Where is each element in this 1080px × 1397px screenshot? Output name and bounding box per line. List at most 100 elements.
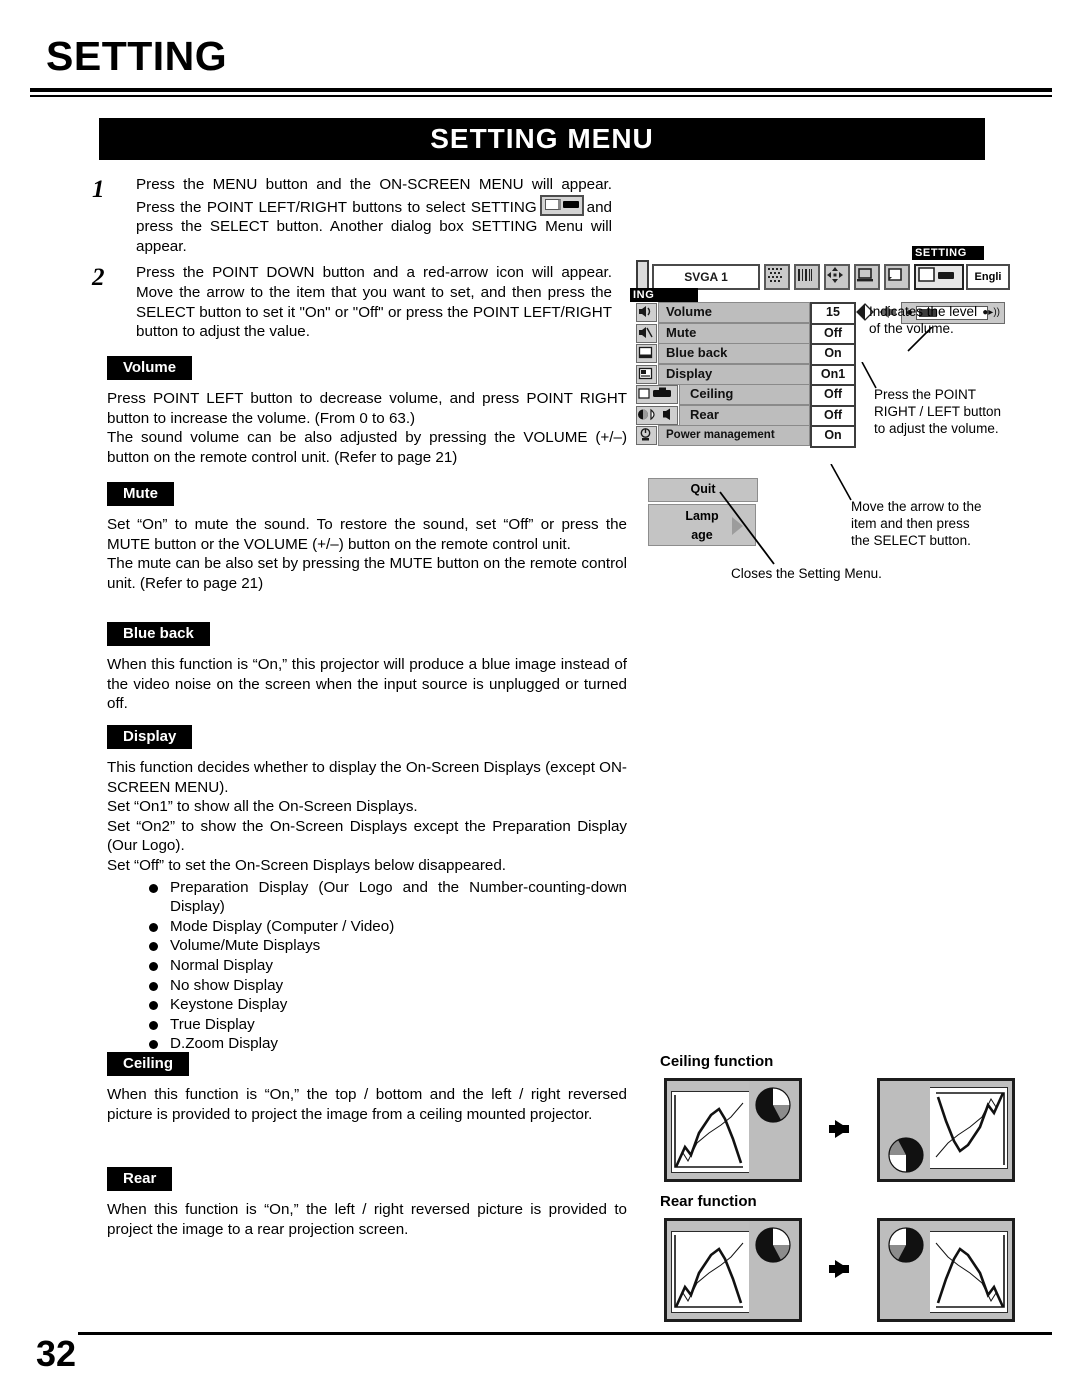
paragraph: Set “On2” to show the On-Screen Displays… [107, 817, 627, 855]
menu-row-mute[interactable]: Mute Off [636, 322, 856, 346]
menu-row-rear[interactable]: Rear Off [636, 404, 856, 428]
paragraph: Set “On” to mute the sound. To restore t… [107, 516, 627, 553]
setting-selected-icon[interactable] [914, 264, 964, 290]
section-display: Display This function decides whether to… [107, 725, 627, 1054]
paragraph: Press POINT LEFT button to decrease volu… [107, 390, 627, 427]
menu-row-label: Mute [658, 322, 810, 344]
ceiling-before-content [667, 1081, 799, 1179]
list-item: Preparation Display (Our Logo and the Nu… [147, 878, 627, 917]
menu-row-label: Rear [679, 404, 810, 426]
section-blue-back: Blue back When this function is “On,” th… [107, 622, 627, 714]
menu-row-blue-back[interactable]: Blue back On [636, 343, 856, 366]
screen-glyph [888, 268, 902, 281]
screen-icon[interactable] [884, 264, 910, 290]
mute-glyph [639, 326, 653, 338]
menu-row-display[interactable]: Display On1 [636, 363, 856, 387]
step-2-number: 2 [92, 264, 105, 292]
section-rear-body: When this function is “On,” the left / r… [107, 1200, 627, 1239]
section-display-body: This function decides whether to display… [107, 758, 627, 1054]
power-management-icon [636, 426, 657, 445]
computer-glyph [857, 268, 873, 282]
projector-glyph [562, 200, 579, 208]
blue-back-glyph [638, 346, 653, 359]
callout-line: item and then press [851, 516, 970, 531]
page-number: 32 [36, 1333, 77, 1374]
blue-back-icon [636, 344, 657, 363]
section-volume: Volume Press POINT LEFT button to decrea… [107, 356, 627, 467]
rear-before-graphics [674, 1227, 791, 1308]
step-1-number: 1 [92, 176, 105, 203]
manual-page: SETTING SETTING MENU 1 Press the MENU bu… [0, 0, 1080, 1397]
callout-line: the SELECT button. [851, 533, 971, 548]
paragraph: This function decides whether to display… [107, 759, 627, 796]
menubar-selected-tag: SETTING [912, 246, 984, 260]
rear-after-graphics [888, 1227, 1005, 1308]
display-glyph [638, 367, 653, 379]
section-label-rear: Rear [107, 1167, 173, 1191]
callout-line: to adjust the volume. [874, 421, 999, 436]
menu-row-ceiling[interactable]: Ceiling Off [636, 384, 856, 407]
color-bars-glyph [798, 269, 812, 281]
header-rule-thick [30, 88, 1052, 92]
page-title: SETTING [46, 33, 228, 79]
ceiling-before-screen [664, 1078, 802, 1182]
section-label-ceiling: Ceiling [107, 1052, 190, 1076]
paragraph: The mute can be also set by pressing the… [107, 555, 627, 592]
step-1: 1 Press the MENU button and the ON-SCREE… [92, 175, 612, 256]
setting-menu-banner: SETTING MENU [99, 118, 985, 160]
pattern-icon[interactable] [764, 264, 790, 290]
section-label-blue-back: Blue back [107, 622, 210, 646]
menu-row-value[interactable]: On [810, 425, 856, 448]
menu-row-label: Volume [658, 302, 810, 323]
section-mute-body: Set “On” to mute the sound. To restore t… [107, 515, 627, 593]
display-icon [636, 364, 657, 384]
rear-before-content [667, 1221, 799, 1319]
power-management-glyph [640, 428, 651, 441]
section-blue-back-body: When this function is “On,” this project… [107, 655, 627, 714]
paragraph: Set “Off” to set the On-Screen Displays … [107, 856, 507, 874]
section-rear: Rear When this function is “On,” the lef… [107, 1167, 627, 1239]
menubar-left-tag: ING [630, 288, 698, 302]
color-bars-icon[interactable] [794, 264, 820, 290]
callout-leader-adjust [861, 362, 877, 389]
list-item: D.Zoom Display [147, 1034, 627, 1054]
transform-arrow-icon [829, 1120, 849, 1138]
display-bullet-list: Preparation Display (Our Logo and the Nu… [107, 878, 627, 1054]
volume-glyph [639, 306, 651, 317]
footer-rule [78, 1332, 1052, 1335]
ceiling-after-graphics [888, 1092, 1005, 1173]
callout-leader-select [830, 464, 852, 501]
section-volume-body: Press POINT LEFT button to decrease volu… [107, 389, 627, 467]
menu-row-label: Ceiling [679, 384, 810, 405]
step-1-text: Press the MENU button and the ON-SCREEN … [136, 175, 612, 256]
callout-leader-level [907, 327, 933, 352]
menu-row-label: Display [658, 363, 810, 385]
section-mute: Mute Set “On” to mute the sound. To rest… [107, 482, 627, 593]
header-rule-thin [30, 95, 1052, 97]
callout-volume-level: Indicates the level of the volume. [869, 303, 1069, 337]
step-2: 2 Press the POINT DOWN button and a red-… [92, 263, 612, 341]
callout-leader-quit [719, 491, 775, 565]
section-label-volume: Volume [107, 356, 193, 380]
section-ceiling-body: When this function is “On,” the top / bo… [107, 1085, 627, 1124]
callout-line: Press the POINT [874, 387, 977, 402]
osd-menubar: SVGA 1 Engli SETTING ING [630, 246, 1010, 302]
rear-after-screen [877, 1218, 1015, 1322]
paragraph: When this function is “On,” the top / bo… [107, 1086, 627, 1123]
computer-icon[interactable] [854, 264, 880, 290]
paragraph: When this function is “On,” the left / r… [107, 1201, 627, 1238]
ceiling-glyph [638, 387, 671, 399]
input-source-field[interactable]: SVGA 1 [652, 264, 760, 290]
position-icon[interactable] [824, 264, 850, 290]
rear-before-screen [664, 1218, 802, 1322]
volume-icon [636, 303, 657, 322]
list-item: Normal Display [147, 956, 627, 976]
position-glyph [827, 267, 843, 283]
rear-after-content [880, 1221, 1012, 1319]
setting-menu-table: Volume 15 Mute Off Blue back On Display … [636, 302, 856, 448]
menu-row-power-management[interactable]: Power management On [636, 425, 856, 448]
osd-screenshot: SVGA 1 Engli SETTING ING Volume 15 Mute … [630, 246, 1010, 546]
menu-row-volume[interactable]: Volume 15 [636, 302, 856, 325]
callout-line: RIGHT / LEFT button [874, 404, 1002, 419]
language-field[interactable]: Engli [966, 264, 1010, 290]
